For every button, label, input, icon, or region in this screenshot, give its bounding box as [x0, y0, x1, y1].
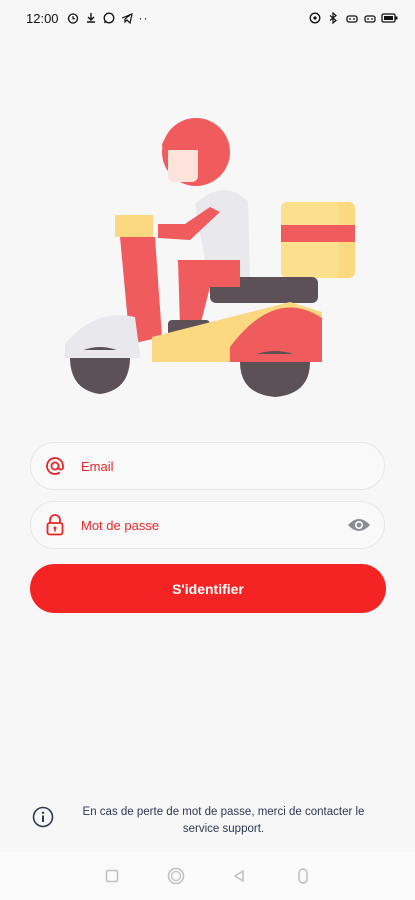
support-info: En cas de perte de mot de passe, merci d… [30, 804, 385, 844]
lock-icon [44, 514, 66, 536]
email-input[interactable] [79, 457, 384, 475]
home-circle-icon[interactable] [167, 867, 185, 885]
status-bar: 12:00 ·· [0, 0, 415, 36]
system-nav-bar [0, 852, 415, 900]
whatsapp-icon [103, 12, 115, 24]
download-icon [85, 12, 97, 24]
password-input[interactable] [79, 516, 346, 534]
back-triangle-icon[interactable] [230, 867, 248, 885]
alarm-icon [67, 12, 79, 24]
more-notifications: ·· [138, 11, 149, 25]
at-icon [44, 455, 66, 477]
battery-icon [381, 12, 398, 24]
login-button[interactable]: S'identifier [30, 564, 386, 613]
location-icon [309, 12, 321, 24]
email-field[interactable] [30, 442, 385, 490]
telegram-icon [121, 12, 133, 25]
bluetooth-icon [327, 11, 339, 25]
support-info-text: En cas de perte de mot de passe, merci d… [82, 806, 365, 835]
status-bar-left: 12:00 ·· [26, 11, 149, 26]
status-bar-right [309, 11, 398, 25]
android-icon [345, 12, 358, 24]
password-field[interactable] [30, 501, 385, 549]
status-time: 12:00 [26, 10, 59, 26]
square-icon[interactable] [103, 867, 121, 885]
accessibility-icon[interactable] [294, 867, 312, 885]
delivery-scooter-illustration [60, 112, 360, 402]
info-icon [32, 806, 54, 828]
android-icon [363, 12, 376, 24]
eye-icon[interactable] [346, 515, 372, 535]
